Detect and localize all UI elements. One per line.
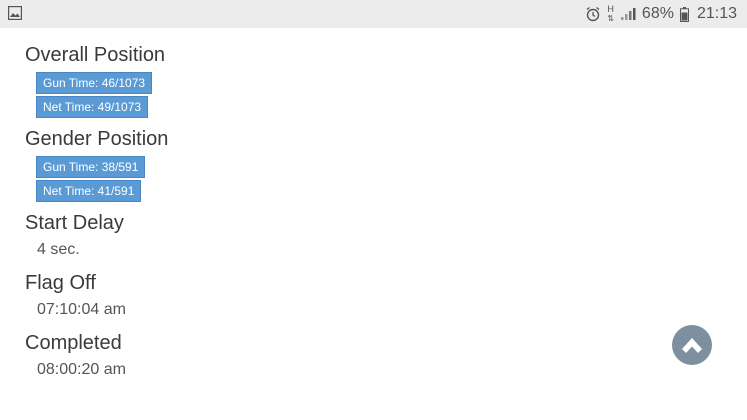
overall-net-time-badge: Net Time: 49/1073 [36,96,149,118]
battery-icon [679,6,689,22]
image-icon [8,6,22,20]
completed-title: Completed [25,332,122,354]
status-icons: H ⇅ 68% 21:13 [585,0,737,28]
chevron-up-icon [682,338,702,353]
gender-gun-time-row: Gun Time: 38/591 [36,156,146,178]
overall-gun-time-row: Gun Time: 46/1073 [36,72,153,94]
overall-position-title: Overall Position [25,44,166,66]
status-bar: H ⇅ 68% 21:13 [0,0,747,28]
flag-off-value: 07:10:04 am [37,301,126,318]
start-delay-value: 4 sec. [37,241,80,258]
race-result-panel: Overall Position Gun Time: 46/1073 Net T… [0,28,747,420]
network-type-label: H [607,4,614,14]
completed-value: 08:00:20 am [37,361,126,378]
clock-time: 21:13 [696,5,737,22]
gender-gun-time-badge: Gun Time: 38/591 [36,156,146,178]
start-delay-title: Start Delay [25,212,124,234]
battery-percentage: 68% [641,5,674,22]
scroll-to-top-button[interactable] [672,325,712,365]
flag-off-title: Flag Off [25,272,96,294]
signal-icon [620,8,636,20]
gender-net-time-row: Net Time: 41/591 [36,180,142,202]
overall-net-time-row: Net Time: 49/1073 [36,96,149,118]
overall-gun-time-badge: Gun Time: 46/1073 [36,72,153,94]
alarm-icon [586,6,600,22]
gender-position-title: Gender Position [25,128,169,150]
hplus-icon: H ⇅ [607,4,614,24]
gender-net-time-badge: Net Time: 41/591 [36,180,142,202]
